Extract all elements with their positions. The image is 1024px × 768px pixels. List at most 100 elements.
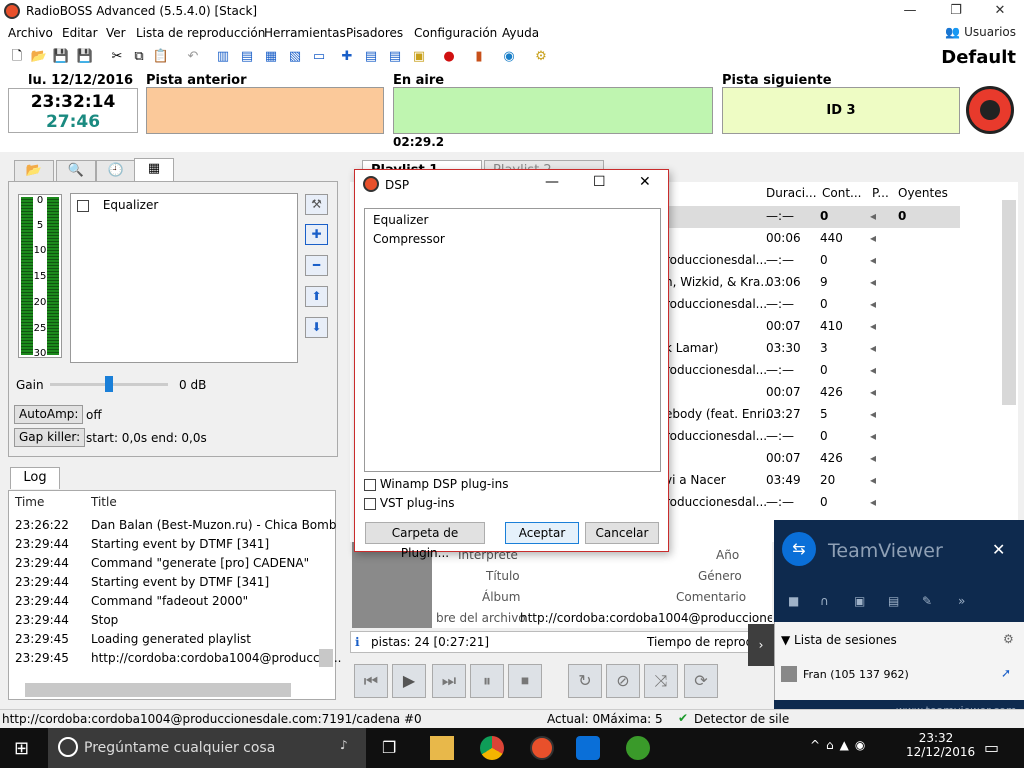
search-box[interactable]: Pregúntame cualquier cosa ♪ <box>48 728 366 768</box>
tab-folder[interactable]: 📂 <box>14 160 54 182</box>
new-icon[interactable]: 🗋 <box>8 48 26 66</box>
chat-icon[interactable]: ▣ <box>854 594 865 608</box>
record-icon[interactable]: ● <box>440 48 458 66</box>
col-p[interactable]: P... <box>872 186 889 200</box>
stats-icon[interactable]: ▮ <box>470 48 488 66</box>
shuffle-icon[interactable]: ⤨ <box>644 664 678 698</box>
layout3-icon[interactable]: ▦ <box>262 48 280 66</box>
gapkiller-button[interactable]: Gap killer: <box>14 428 86 447</box>
menu-playlist[interactable]: Lista de reproducción <box>136 26 265 40</box>
col-time[interactable]: Time <box>15 495 91 509</box>
col-title[interactable]: Title <box>91 495 117 509</box>
dsp-maximize-button[interactable]: ☐ <box>593 174 606 190</box>
menu-ayuda[interactable]: Ayuda <box>502 26 539 40</box>
col-count[interactable]: Cont... <box>822 186 861 200</box>
layout5-icon[interactable]: ▭ <box>310 48 328 66</box>
close-button[interactable]: ✕ <box>977 0 1023 22</box>
menu-editar[interactable]: Editar <box>62 26 98 40</box>
playlist-scrollbar[interactable] <box>1002 200 1016 405</box>
add-url-icon[interactable]: ▤ <box>386 48 404 66</box>
headset-icon[interactable]: ∩ <box>820 594 829 608</box>
copy-icon[interactable]: ⧉ <box>130 48 148 66</box>
log-row[interactable]: 23:29:45 Loading generated playlist <box>15 632 251 646</box>
users-button[interactable]: 👥 Usuarios <box>945 25 1016 39</box>
log-row[interactable]: 23:26:22 Dan Balan (Best-Muzon.ru) - Chic… <box>15 518 336 532</box>
tray-icons[interactable]: ^⌂▲◉ <box>810 738 871 752</box>
more-icon[interactable]: » <box>958 594 965 608</box>
radioboss-taskbar-icon[interactable] <box>530 736 554 760</box>
minimize-button[interactable]: — <box>887 0 933 22</box>
sessions-settings-icon[interactable]: ⚙ <box>1003 632 1014 646</box>
plugin-folder-button[interactable]: Carpeta de Plugin... <box>365 522 485 560</box>
tab-dsp[interactable]: ▦ <box>134 158 174 182</box>
file-explorer-icon[interactable] <box>430 736 454 760</box>
globe-icon[interactable]: ◉ <box>500 48 518 66</box>
dsp-minimize-button[interactable]: — <box>545 174 559 190</box>
gain-slider-thumb[interactable] <box>105 376 113 392</box>
cut-icon[interactable]: ✂ <box>108 48 126 66</box>
block-icon[interactable]: ⊘ <box>606 664 640 698</box>
contact-name[interactable]: Fran (105 137 962) <box>803 668 909 681</box>
cancel-button[interactable]: Cancelar <box>585 522 659 544</box>
log-row[interactable]: 23:29:44 Command "generate [pro] CADENA" <box>15 556 309 570</box>
task-view-icon[interactable]: ❐ <box>382 738 396 757</box>
accept-button[interactable]: Aceptar <box>505 522 579 544</box>
chrome-icon[interactable] <box>480 736 504 760</box>
log-row[interactable]: 23:29:45 http://cordoba:cordoba1004@produ… <box>15 651 341 665</box>
save-all-icon[interactable]: 💾 <box>76 48 94 66</box>
plugin-item[interactable]: Equalizer <box>373 213 428 227</box>
col-listeners[interactable]: Oyentes <box>898 186 948 200</box>
previous-icon[interactable]: ⏮ <box>354 664 388 698</box>
log-row[interactable]: 23:29:44 Command "fadeout 2000" <box>15 594 248 608</box>
tab-search[interactable]: 🔍 <box>56 160 96 182</box>
maximize-button[interactable]: ❐ <box>933 0 979 22</box>
menu-ver[interactable]: Ver <box>106 26 126 40</box>
play-icon[interactable]: ▶ <box>392 664 426 698</box>
add-folder-icon[interactable]: ▤ <box>362 48 380 66</box>
windows-start-icon[interactable]: ⊞ <box>14 738 29 759</box>
clock-tray[interactable]: 23:32 12/12/2016 <box>906 731 975 759</box>
menu-pisadores[interactable]: Pisadores <box>346 26 403 40</box>
layout2-icon[interactable]: ▤ <box>238 48 256 66</box>
log-vscrollbar[interactable] <box>319 649 333 667</box>
menu-herramientas[interactable]: Herramientas <box>264 26 346 40</box>
pause-icon[interactable]: ⏸ <box>470 664 504 698</box>
video-icon[interactable]: ■ <box>788 594 799 608</box>
files-icon[interactable]: ▤ <box>888 594 899 608</box>
add-track-icon[interactable]: ✚ <box>338 48 356 66</box>
dsp-close-button[interactable]: ✕ <box>639 174 651 190</box>
undo-icon[interactable]: ↶ <box>184 48 202 66</box>
menu-archivo[interactable]: Archivo <box>8 26 53 40</box>
next-icon[interactable]: ⏭ <box>432 664 466 698</box>
teamviewer-close-icon[interactable]: ✕ <box>992 540 1005 559</box>
menu-configuracion[interactable]: Configuración <box>414 26 497 40</box>
log-row[interactable]: 23:29:44 Starting event by DTMF [341] <box>15 575 269 589</box>
layout1-icon[interactable]: ▥ <box>214 48 232 66</box>
log-hscrollbar[interactable] <box>25 683 291 697</box>
winamp-checkbox[interactable] <box>364 478 376 491</box>
prev-track-box[interactable] <box>146 87 384 134</box>
col-duration[interactable]: Duraci... <box>766 186 817 200</box>
paste-icon[interactable]: 📋 <box>152 48 170 66</box>
teamviewer-expand-icon[interactable]: › <box>748 624 774 666</box>
log-row[interactable]: 23:29:44 Stop <box>15 613 118 627</box>
vst-option[interactable]: VST plug-ins <box>364 496 455 510</box>
stop-icon[interactable]: ⏹ <box>508 664 542 698</box>
save-icon[interactable]: 💾 <box>52 48 70 66</box>
autoamp-button[interactable]: AutoAmp: <box>14 405 84 424</box>
log-row[interactable]: 23:29:44 Starting event by DTMF [341] <box>15 537 269 551</box>
tab-clock[interactable]: 🕘 <box>96 160 136 182</box>
vst-checkbox[interactable] <box>364 497 376 510</box>
plugin-item[interactable]: Compressor <box>373 232 445 246</box>
winamp-option[interactable]: Winamp DSP plug-ins <box>364 477 508 491</box>
microphone-icon[interactable]: ♪ <box>340 738 348 752</box>
dsp-item[interactable]: Equalizer <box>77 198 158 212</box>
plugin-list[interactable]: Equalizer Compressor <box>364 208 661 472</box>
repeat-icon[interactable]: ⟳ <box>684 664 718 698</box>
loop-icon[interactable]: ↻ <box>568 664 602 698</box>
app-taskbar-icon[interactable] <box>626 736 650 760</box>
add-event-icon[interactable]: ▣ <box>410 48 428 66</box>
layout4-icon[interactable]: ▧ <box>286 48 304 66</box>
settings-gear-icon[interactable]: ⚙ <box>532 48 550 66</box>
teamviewer-taskbar-icon[interactable] <box>576 736 600 760</box>
